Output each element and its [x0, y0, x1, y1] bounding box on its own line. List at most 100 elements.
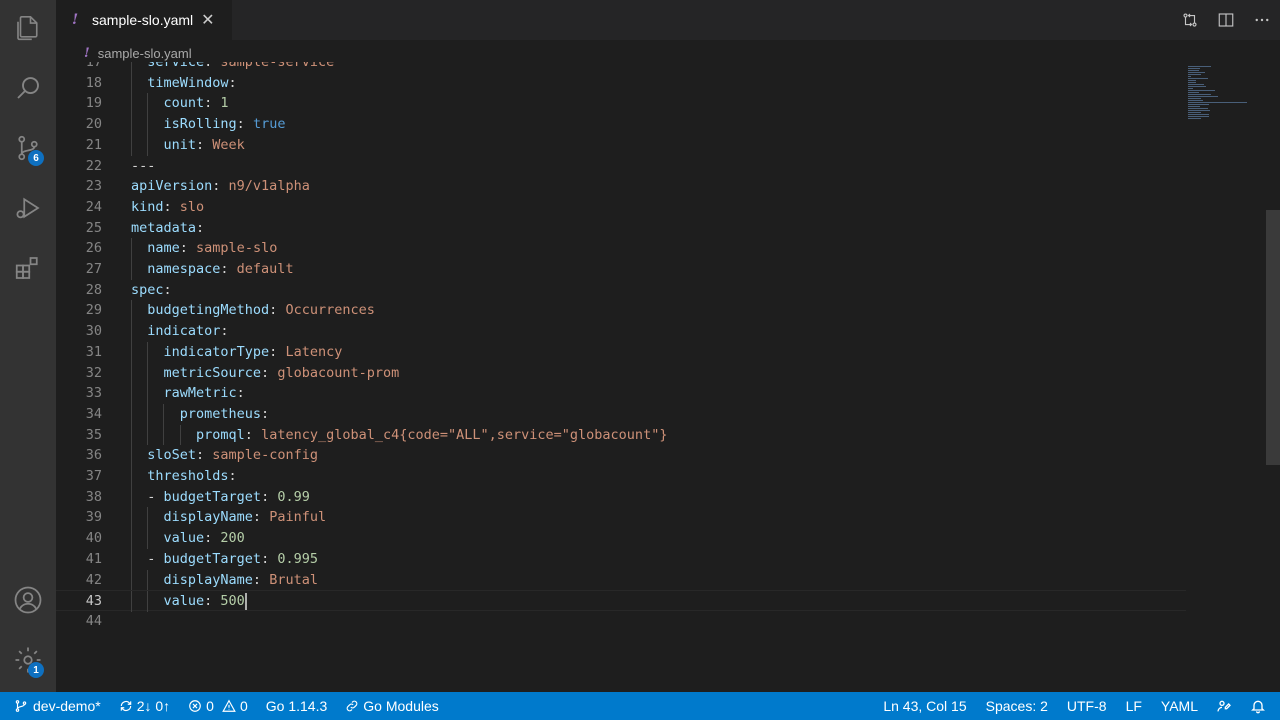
code-line[interactable]: 33 rawMetric: [56, 383, 1186, 404]
line-number: 25 [85, 219, 102, 236]
code-line[interactable]: 17 service: sample-service [56, 62, 1186, 73]
code-line[interactable]: 43 value: 500 [56, 590, 1186, 612]
source-control-icon[interactable]: 6 [0, 124, 56, 172]
minimap-line [1188, 98, 1201, 99]
open-changes-icon[interactable] [1172, 0, 1208, 40]
code-token: Week [212, 136, 245, 153]
code-line[interactable]: 35 promql: latency_global_c4{code="ALL",… [56, 424, 1186, 446]
code-token: latency_global_c4{code="ALL",service="gl… [261, 426, 668, 443]
run-debug-icon[interactable] [0, 184, 56, 232]
code-line[interactable]: 41 - budgetTarget: 0.995 [56, 548, 1186, 570]
code-token: : [196, 219, 205, 236]
feedback-icon[interactable] [1207, 692, 1241, 720]
warning-count: 0 [239, 698, 248, 714]
notifications-bell-icon[interactable] [1241, 692, 1280, 720]
indent-guide [131, 321, 132, 342]
code-line[interactable]: 42 displayName: Brutal [56, 569, 1186, 591]
line-number: 19 [85, 95, 102, 112]
scrollbar-thumb[interactable] [1266, 210, 1280, 465]
tab-sample-slo-yaml[interactable]: ! sample-slo.yaml ✕ [56, 0, 232, 40]
code-token: thresholds [131, 468, 229, 484]
code-line[interactable]: 27 namespace: default [56, 259, 1186, 280]
code-line[interactable]: 37 thresholds: [56, 466, 1186, 487]
line-code: value: 200 [131, 528, 245, 549]
line-code: spec: [131, 280, 172, 301]
line-number: 18 [85, 74, 102, 91]
code-editor[interactable]: 17 service: sample-service 18 timeWindow:… [56, 62, 1266, 692]
code-line[interactable]: 25 metadata: [56, 218, 1186, 239]
line-number: 20 [85, 116, 102, 133]
line-number: 44 [85, 612, 102, 629]
search-icon[interactable] [0, 64, 56, 112]
code-line[interactable]: 19 count: 1 [56, 93, 1186, 115]
sync-status[interactable]: 2↓ 0↑ [110, 692, 179, 720]
end-of-line[interactable]: LF [1116, 692, 1151, 720]
close-icon[interactable]: ✕ [201, 10, 214, 30]
problems-status[interactable]: 0 0 [179, 692, 257, 720]
indent-guide [131, 445, 132, 466]
indentation[interactable]: Spaces: 2 [976, 692, 1057, 720]
code-line[interactable]: 22 --- [56, 156, 1186, 177]
indent-guide [147, 383, 149, 404]
minimap-line [1188, 104, 1209, 105]
code-line[interactable]: 26 name: sample-slo [56, 238, 1186, 259]
code-line[interactable]: 39 displayName: Painful [56, 507, 1186, 529]
code-line[interactable]: 31 indicatorType: Latency [56, 341, 1186, 363]
code-line[interactable]: 36 sloSet: sample-config [56, 445, 1186, 466]
settings-gear-icon[interactable]: 1 [0, 636, 56, 684]
language-mode[interactable]: YAML [1151, 692, 1207, 720]
go-modules-status[interactable]: Go Modules [336, 692, 447, 720]
go-version[interactable]: Go 1.14.3 [257, 692, 337, 720]
extensions-icon[interactable] [0, 244, 56, 292]
code-token: : [228, 74, 237, 91]
code-token: : [236, 116, 253, 133]
code-line[interactable]: 29 budgetingMethod: Occurrences [56, 300, 1186, 322]
branch-status[interactable]: dev-demo* [0, 692, 110, 720]
code-line[interactable]: 28 spec: [56, 280, 1186, 301]
line-code: metadata: [131, 218, 204, 239]
code-token: : [212, 178, 229, 195]
encoding[interactable]: UTF-8 [1057, 692, 1116, 720]
code-line[interactable]: 32 metricSource: globacount-prom [56, 362, 1186, 384]
code-line[interactable]: 44 [56, 611, 1186, 632]
line-code: indicatorType: Latency [131, 341, 342, 363]
code-line[interactable]: 21 unit: Week [56, 134, 1186, 156]
code-line[interactable]: 23 apiVersion: n9/v1alpha [56, 176, 1186, 197]
cursor-position[interactable]: Ln 43, Col 15 [874, 692, 975, 720]
code-token: n9/v1alpha [228, 178, 310, 195]
minimap-line [1188, 88, 1193, 89]
code-line[interactable]: 34 prometheus: [56, 403, 1186, 425]
minimap-line [1188, 68, 1200, 69]
code-line[interactable]: 18 timeWindow: [56, 72, 1186, 94]
code-line[interactable]: 20 isRolling: true [56, 114, 1186, 135]
code-line[interactable]: 24 kind: slo [56, 197, 1186, 218]
line-code: namespace: default [131, 259, 294, 280]
more-actions-icon[interactable] [1244, 0, 1280, 40]
code-token: service [131, 62, 205, 70]
code-token: budgetingMethod [131, 302, 270, 319]
error-icon [189, 700, 202, 712]
line-number: 21 [85, 136, 102, 153]
line-code: rawMetric: [131, 383, 245, 404]
code-line[interactable]: 30 indicator: [56, 321, 1186, 342]
minimap-line [1188, 82, 1197, 83]
code-token: Brutal [269, 571, 318, 588]
code-line[interactable]: 40 value: 200 [56, 528, 1186, 549]
yaml-file-icon: ! [84, 45, 90, 61]
indent-guide [131, 569, 132, 591]
accounts-icon[interactable] [0, 576, 56, 624]
line-code: timeWindow: [131, 72, 237, 94]
breadcrumb-file[interactable]: sample-slo.yaml [98, 46, 192, 61]
indent-guide [131, 591, 132, 612]
code-token: globacount-prom [277, 364, 400, 381]
code-token: : [261, 364, 278, 381]
line-code: sloSet: sample-config [131, 445, 318, 466]
minimap[interactable] [1186, 66, 1266, 126]
code-token: : [204, 62, 221, 70]
split-editor-icon[interactable] [1208, 0, 1244, 40]
code-token: : [261, 488, 278, 505]
explorer-icon[interactable] [0, 4, 56, 52]
code-line[interactable]: 38 - budgetTarget: 0.99 [56, 486, 1186, 508]
code-token: metadata [131, 219, 197, 236]
minimap-line [1188, 66, 1211, 67]
